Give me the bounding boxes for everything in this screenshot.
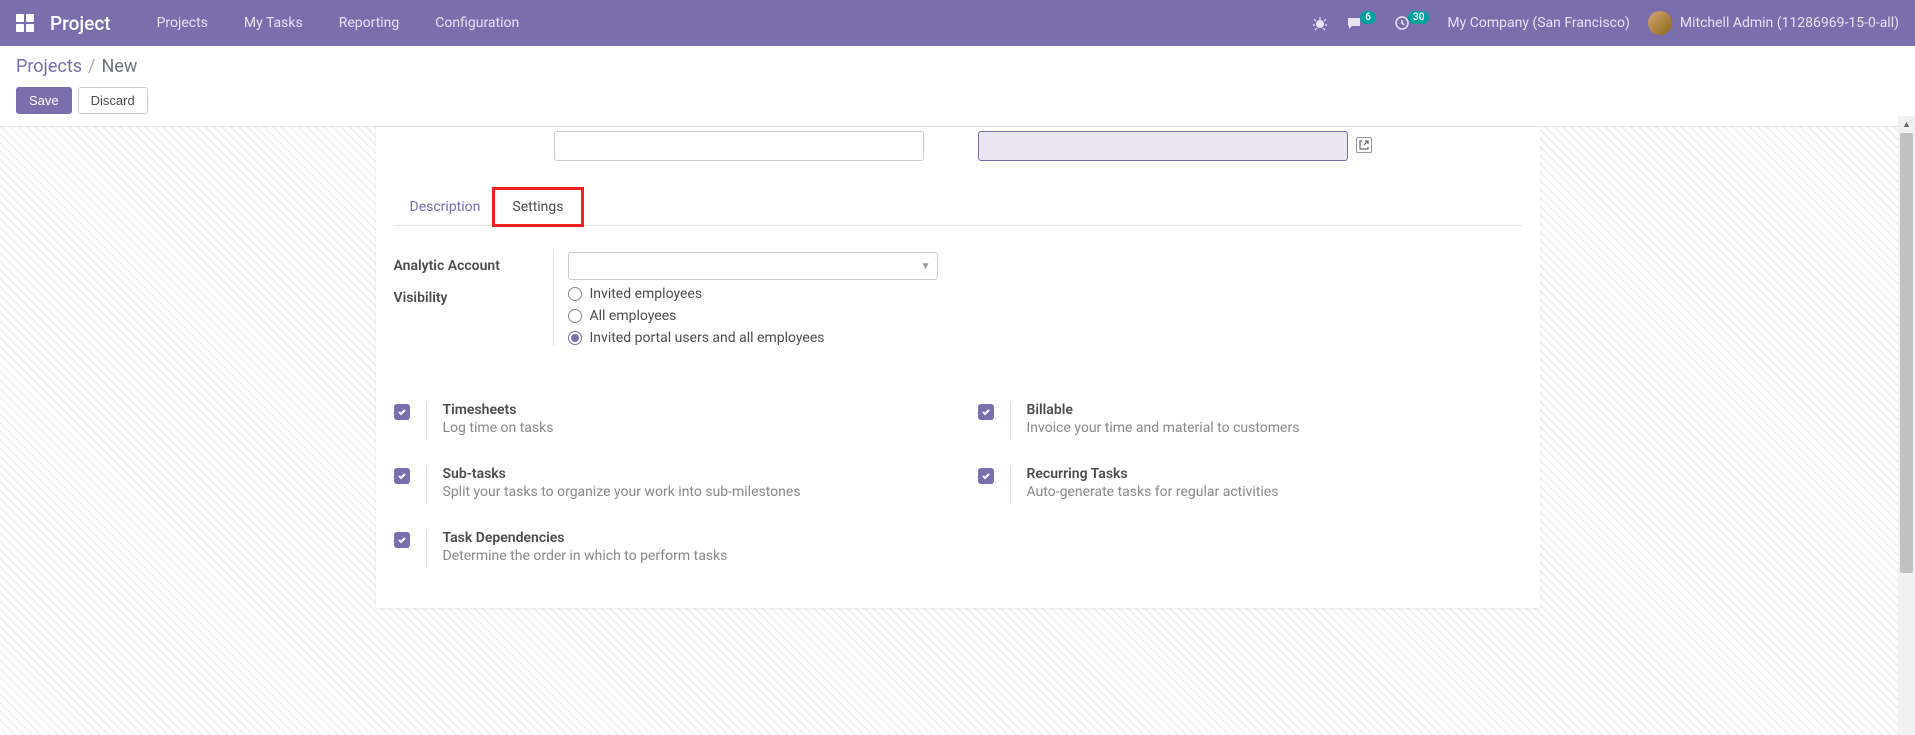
scrollbar-thumb[interactable] [1900,133,1913,573]
messages-badge: 6 [1360,11,1376,24]
control-panel: Projects / New Save Discard [0,46,1915,127]
radio-portal-users[interactable]: Invited portal users and all employees [568,330,1522,346]
tab-settings-label: Settings [512,199,563,215]
messages-icon[interactable]: 6 [1346,15,1376,31]
brand-title[interactable]: Project [50,12,111,35]
debug-icon[interactable] [1312,15,1328,31]
label-analytic-account: Analytic Account [394,250,541,282]
save-button[interactable]: Save [16,87,72,114]
option-title: Task Dependencies [443,530,728,546]
checkbox-recurring[interactable] [978,468,994,484]
radio-icon [568,287,582,301]
analytic-account-select[interactable]: ▼ [568,252,938,280]
breadcrumb-sep: / [88,56,95,77]
option-subtasks: Sub-tasks Split your tasks to organize y… [394,466,938,504]
external-link-icon[interactable] [1356,137,1372,153]
option-desc: Invoice your time and material to custom… [1027,420,1300,436]
user-menu[interactable]: Mitchell Admin (11286969-15-0-all) [1648,11,1899,35]
checkbox-timesheets[interactable] [394,404,410,420]
company-selector[interactable]: My Company (San Francisco) [1447,15,1629,31]
company-tag-input[interactable] [978,131,1348,161]
tab-settings[interactable]: Settings [496,189,579,225]
user-name: Mitchell Admin (11286969-15-0-all) [1680,15,1899,31]
navbar: Project Projects My Tasks Reporting Conf… [0,0,1915,46]
visibility-radio-group: Invited employees All employees Invited … [568,282,1522,346]
menu-my-tasks[interactable]: My Tasks [226,0,321,46]
option-title: Timesheets [443,402,554,418]
activities-badge: 30 [1408,11,1429,24]
activities-icon[interactable]: 30 [1394,15,1429,31]
avatar [1648,11,1672,35]
option-recurring: Recurring Tasks Auto-generate tasks for … [978,466,1522,504]
checkbox-billable[interactable] [978,404,994,420]
option-desc: Determine the order in which to perform … [443,548,728,564]
menu-configuration[interactable]: Configuration [417,0,537,46]
tab-description[interactable]: Description [394,189,497,225]
option-desc: Auto-generate tasks for regular activiti… [1027,484,1279,500]
form-sheet: Description Settings Analytic Account Vi… [376,127,1540,608]
option-title: Recurring Tasks [1027,466,1279,482]
checkbox-dependencies[interactable] [394,532,410,548]
discard-button[interactable]: Discard [78,87,148,114]
option-dependencies: Task Dependencies Determine the order in… [394,530,938,568]
radio-label: All employees [590,308,677,324]
caret-down-icon: ▼ [921,261,931,272]
tabs: Description Settings [394,189,1522,226]
breadcrumb-parent[interactable]: Projects [16,56,82,77]
scroll-up-icon[interactable]: ▲ [1898,116,1915,133]
option-billable: Billable Invoice your time and material … [978,402,1522,440]
radio-icon [568,331,582,345]
option-title: Billable [1027,402,1300,418]
radio-all-employees[interactable]: All employees [568,308,1522,324]
option-desc: Log time on tasks [443,420,554,436]
breadcrumb-current: New [101,56,137,77]
radio-label: Invited employees [590,286,703,302]
radio-label: Invited portal users and all employees [590,330,825,346]
apps-icon[interactable] [16,14,34,32]
option-timesheets: Timesheets Log time on tasks [394,402,938,440]
option-desc: Split your tasks to organize your work i… [443,484,801,500]
radio-icon [568,309,582,323]
label-visibility: Visibility [394,282,541,314]
radio-invited-employees[interactable]: Invited employees [568,286,1522,302]
option-title: Sub-tasks [443,466,801,482]
checkbox-subtasks[interactable] [394,468,410,484]
menu-reporting[interactable]: Reporting [321,0,418,46]
name-input[interactable] [554,131,924,161]
breadcrumb: Projects / New [16,56,1899,77]
scrollbar[interactable]: ▲ [1898,133,1915,735]
menu-projects[interactable]: Projects [139,0,226,46]
